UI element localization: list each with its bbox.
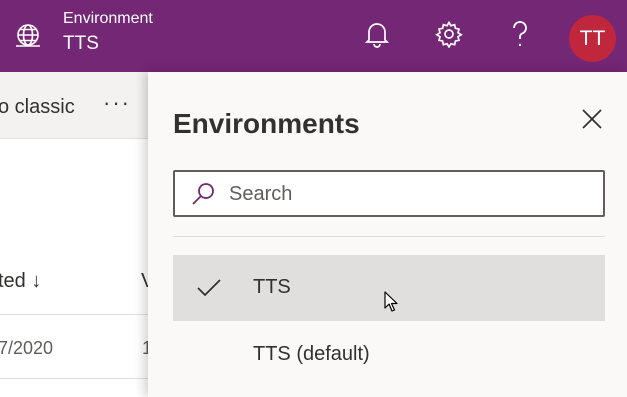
environment-item-label: TTS (default) xyxy=(253,343,370,365)
close-icon xyxy=(578,109,606,137)
mouse-cursor-icon xyxy=(384,291,398,313)
more-commands-button[interactable]: ··· xyxy=(103,90,131,116)
search-box[interactable] xyxy=(173,170,605,217)
user-avatar[interactable]: TT xyxy=(569,15,616,62)
panel-divider xyxy=(173,236,605,237)
row-divider xyxy=(0,314,148,315)
close-button[interactable] xyxy=(578,105,606,133)
switch-to-classic-button[interactable]: o classic xyxy=(0,96,75,119)
table-cell-date: 7/2020 xyxy=(0,338,54,358)
column-header-modified[interactable]: ted ↓ xyxy=(0,270,41,293)
help-icon xyxy=(509,19,531,54)
help-button[interactable] xyxy=(503,18,537,54)
bell-icon xyxy=(364,20,390,53)
gear-icon xyxy=(435,20,463,53)
environment-name[interactable]: TTS xyxy=(63,33,99,55)
panel-title: Environments xyxy=(173,108,360,139)
notifications-button[interactable] xyxy=(360,18,394,54)
globe-icon[interactable] xyxy=(15,22,41,48)
checkmark-icon xyxy=(196,276,222,300)
search-input[interactable] xyxy=(227,178,591,210)
settings-button[interactable] xyxy=(432,18,466,54)
environment-label[interactable]: Environment xyxy=(63,10,153,28)
search-icon xyxy=(191,181,217,207)
row-divider xyxy=(0,378,148,379)
environment-item-label: TTS xyxy=(253,276,291,298)
app-header: Environment TTS TT xyxy=(0,0,627,72)
environments-panel: Environments TTS TTS (default) xyxy=(148,72,627,397)
environment-item-tts-default[interactable]: TTS (default) xyxy=(173,322,605,388)
